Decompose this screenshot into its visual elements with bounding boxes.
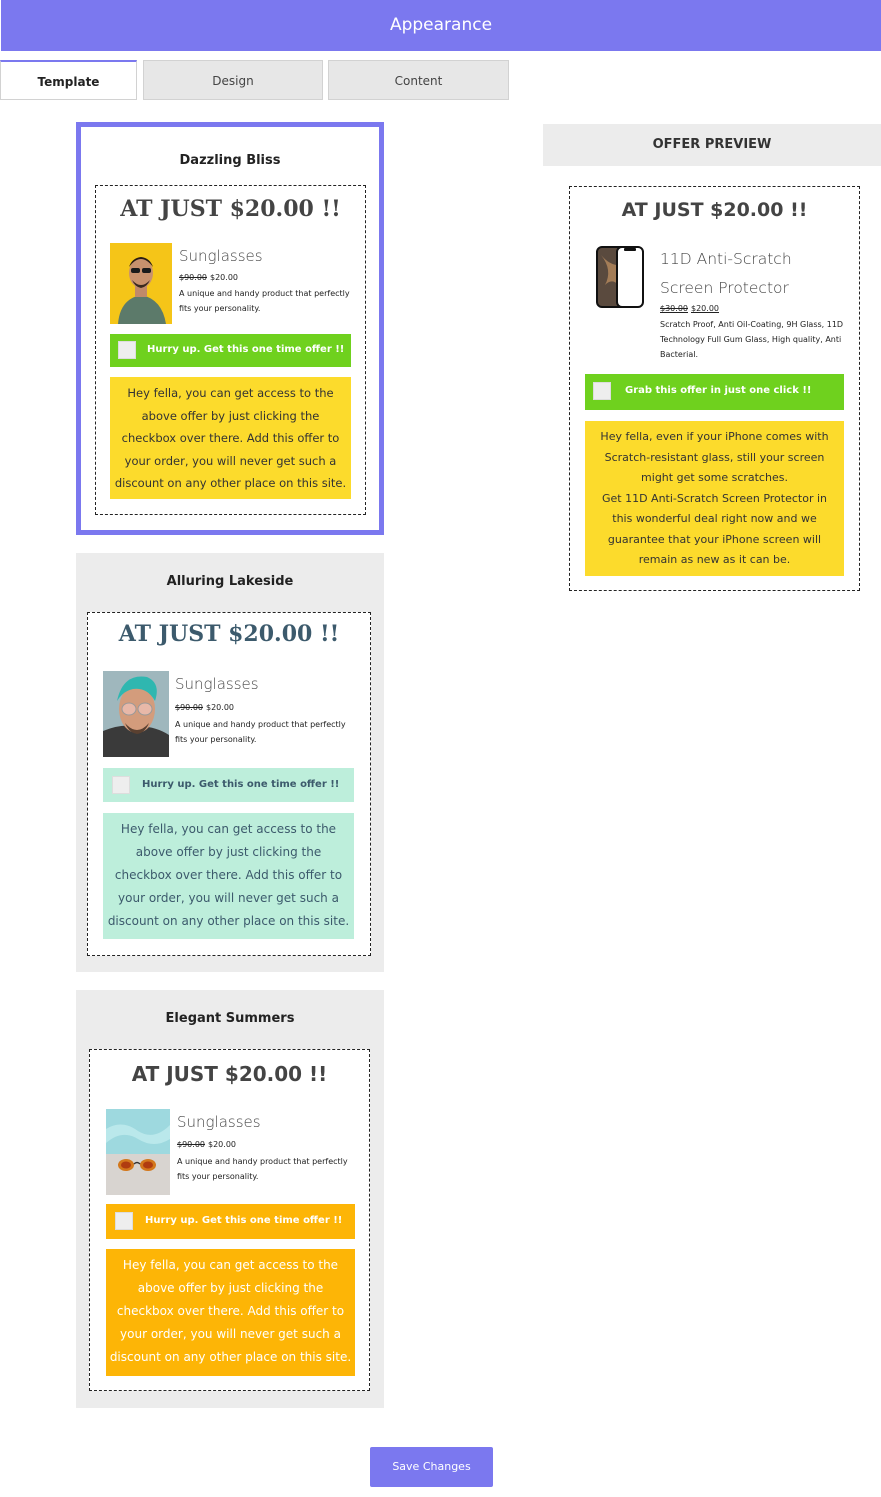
tab-bar: Template Design Content (0, 60, 510, 100)
offer-checkbox[interactable] (118, 341, 136, 359)
new-price: $20.00 (691, 304, 719, 313)
cta-text: Hurry up. Get this one time offer !! (142, 779, 340, 790)
offer-message: Hey fella, you can get access to the abo… (106, 1249, 355, 1376)
cta-text: Hurry up. Get this one time offer !! (145, 1215, 343, 1226)
new-price: $20.00 (206, 703, 234, 712)
page-title: Appearance (389, 15, 493, 35)
offer-cta-bar[interactable]: Grab this offer in just one click !! (585, 374, 844, 410)
cta-text: Grab this offer in just one click !! (625, 385, 812, 396)
product-description: A unique and handy product that perfectl… (179, 289, 350, 313)
tab-template[interactable]: Template (0, 60, 137, 100)
offer-message: Hey fella, you can get access to the abo… (110, 377, 351, 499)
template-name: Dazzling Bliss (179, 153, 281, 168)
product-image (106, 1109, 170, 1195)
offer-cta-bar[interactable]: Hurry up. Get this one time offer !! (106, 1204, 355, 1239)
price: $90.00 $20.00 (175, 703, 234, 712)
price: $90.00 $20.00 (179, 273, 238, 282)
product-name: Sunglasses (179, 247, 263, 265)
price: $90.00 $20.00 (177, 1140, 236, 1149)
template-card-dazzling-bliss[interactable]: Dazzling Bliss AT JUST $20.00 !! Sunglas… (76, 122, 384, 535)
offer-box: AT JUST $20.00 !! Sunglasses $90.00 $20.0… (95, 185, 366, 515)
offer-checkbox[interactable] (112, 776, 130, 794)
template-card-alluring-lakeside[interactable]: Alluring Lakeside AT JUST $20.00 !! Sung… (76, 553, 384, 972)
product-name: Sunglasses (175, 675, 259, 693)
product-description: A unique and handy product that perfectl… (177, 1157, 348, 1181)
cta-text: Hurry up. Get this one time offer !! (147, 344, 345, 355)
product-name: Sunglasses (177, 1113, 261, 1131)
offer-message-line-2: Get 11D Anti-Scratch Screen Protector in… (601, 491, 827, 567)
offer-preview-heading: OFFER PREVIEW (543, 124, 881, 166)
product-image (593, 245, 647, 310)
new-price: $20.00 (208, 1140, 236, 1149)
old-price: $90.00 (175, 703, 203, 712)
offer-message: Hey fella, you can get access to the abo… (103, 813, 354, 939)
template-name: Elegant Summers (165, 1011, 295, 1026)
offer-title: AT JUST $20.00 !! (621, 199, 808, 221)
template-name: Alluring Lakeside (166, 574, 294, 589)
price: $30.00 $20.00 (660, 304, 719, 313)
offer-preview-box: AT JUST $20.00 !! 11D Anti-Scratch Scree… (569, 186, 860, 591)
offer-message-line-1: Hey fella, even if your iPhone comes wit… (600, 430, 829, 484)
offer-title: AT JUST $20.00 !! (131, 1062, 328, 1086)
new-price: $20.00 (210, 273, 238, 282)
offer-title: AT JUST $20.00 !! (120, 196, 341, 222)
product-name: 11D Anti-Scratch Screen Protector (660, 250, 792, 297)
product-description: Scratch Proof, Anti Oil-Coating, 9H Glas… (660, 320, 844, 359)
old-price: $30.00 (660, 304, 688, 313)
product-image (110, 243, 172, 324)
offer-box: AT JUST $20.00 !! Sunglasses $90.00 $20.0… (89, 1049, 370, 1391)
offer-checkbox[interactable] (115, 1212, 133, 1230)
save-changes-button[interactable]: Save Changes (370, 1447, 493, 1487)
page-header: Appearance (1, 0, 881, 51)
offer-cta-bar[interactable]: Hurry up. Get this one time offer !! (110, 334, 351, 367)
offer-cta-bar[interactable]: Hurry up. Get this one time offer !! (103, 768, 354, 802)
product-image (103, 671, 169, 757)
tab-content[interactable]: Content (328, 60, 509, 100)
product-description: A unique and handy product that perfectl… (175, 720, 346, 744)
offer-box: AT JUST $20.00 !! Sunglasses $90.00 $20.0… (87, 612, 371, 956)
offer-title: AT JUST $20.00 !! (118, 621, 340, 647)
old-price: $90.00 (177, 1140, 205, 1149)
offer-message: Hey fella, even if your iPhone comes wit… (585, 421, 844, 576)
old-price: $90.00 (179, 273, 207, 282)
tab-design[interactable]: Design (143, 60, 323, 100)
offer-checkbox[interactable] (593, 382, 611, 400)
template-card-elegant-summers[interactable]: Elegant Summers AT JUST $20.00 !! Sungla… (76, 990, 384, 1408)
